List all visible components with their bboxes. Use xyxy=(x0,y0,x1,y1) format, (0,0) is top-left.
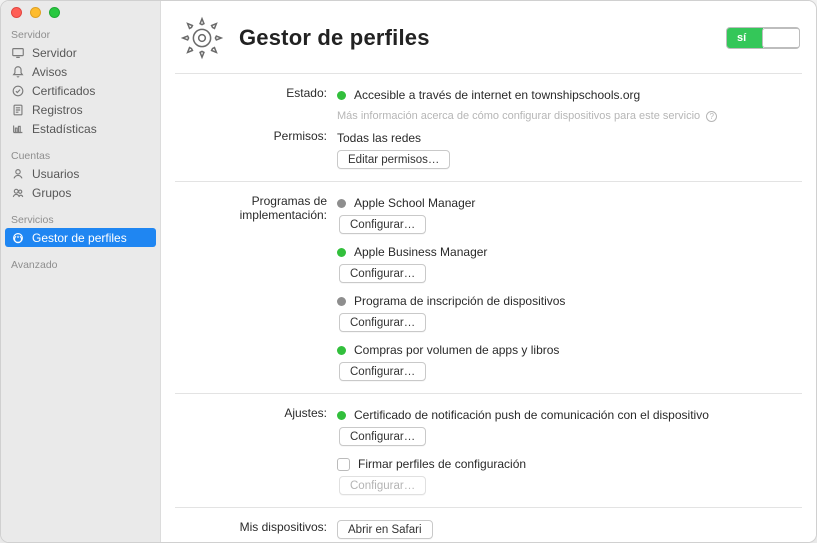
window-minimize-button[interactable] xyxy=(30,7,41,18)
status-dot-push xyxy=(337,411,346,420)
sidebar-item-gestor-perfiles[interactable]: Gestor de perfiles xyxy=(5,228,156,247)
edit-permissions-button[interactable]: Editar permisos… xyxy=(337,150,450,169)
sidebar-item-avisos[interactable]: Avisos xyxy=(1,62,160,81)
ajustes-push-label: Certificado de notificación push de comu… xyxy=(354,408,709,422)
page-title: Gestor de perfiles xyxy=(239,25,430,51)
configure-push-button[interactable]: Configurar… xyxy=(339,427,426,446)
sidebar-item-label: Certificados xyxy=(32,84,95,98)
permisos-value: Todas las redes xyxy=(337,131,421,145)
app-window: Servidor Servidor Avisos Certificados xyxy=(0,0,817,543)
sidebar-item-label: Estadísticas xyxy=(32,122,97,136)
sidebar-item-usuarios[interactable]: Usuarios xyxy=(1,164,160,183)
display-icon xyxy=(11,46,25,60)
document-icon xyxy=(11,103,25,117)
program-apple-business: Apple Business Manager xyxy=(354,245,487,259)
label-ajustes: Ajustes: xyxy=(175,406,337,420)
gear-icon xyxy=(179,15,225,61)
sidebar-item-label: Gestor de perfiles xyxy=(32,231,127,245)
sidebar-item-grupos[interactable]: Grupos xyxy=(1,183,160,202)
sidebar-group-servidor: Servidor Avisos Certificados Registros xyxy=(1,43,160,138)
sidebar-item-label: Avisos xyxy=(32,65,67,79)
program-dep: Programa de inscripción de dispositivos xyxy=(354,294,565,308)
info-icon[interactable]: ? xyxy=(706,111,717,122)
sidebar-item-label: Servidor xyxy=(32,46,77,60)
sidebar-group-cuentas: Usuarios Grupos xyxy=(1,164,160,202)
configure-sign-button: Configurar… xyxy=(339,476,426,495)
status-dot-abm xyxy=(337,248,346,257)
status-dot-estado xyxy=(337,91,346,100)
sidebar-item-certificados[interactable]: Certificados xyxy=(1,81,160,100)
switch-on-label: sí xyxy=(737,32,746,44)
sign-profiles-checkbox[interactable] xyxy=(337,458,350,471)
configure-abm-button[interactable]: Configurar… xyxy=(339,264,426,283)
label-mis-dispositivos: Mis dispositivos: xyxy=(175,520,337,534)
sidebar-item-servidor[interactable]: Servidor xyxy=(1,43,160,62)
section-programas: Programas de implementación: Apple Schoo… xyxy=(175,182,802,394)
status-dot-dep xyxy=(337,297,346,306)
label-permisos: Permisos: xyxy=(175,129,337,143)
chart-icon xyxy=(11,122,25,136)
program-apple-school: Apple School Manager xyxy=(354,196,475,210)
estado-text: Accesible a través de internet en townsh… xyxy=(354,88,640,102)
form-rows: Estado: Accesible a través de internet e… xyxy=(175,74,802,542)
ajustes-sign-label: Firmar perfiles de configuración xyxy=(358,457,526,471)
label-programas: Programas de implementación: xyxy=(175,194,337,222)
program-vpp: Compras por volumen de apps y libros xyxy=(354,343,559,357)
check-circle-icon xyxy=(11,84,25,98)
sidebar-section-servicios: Servicios xyxy=(1,208,160,228)
label-estado: Estado: xyxy=(175,86,337,100)
sidebar-item-label: Registros xyxy=(32,103,83,117)
window-zoom-button[interactable] xyxy=(49,7,60,18)
section-estado: Estado: Accesible a través de internet e… xyxy=(175,74,802,182)
open-safari-devices-button[interactable]: Abrir en Safari xyxy=(337,520,433,539)
service-toggle[interactable]: sí xyxy=(726,27,800,49)
sidebar-item-estadisticas[interactable]: Estadísticas xyxy=(1,119,160,138)
sidebar-group-servicios: Gestor de perfiles xyxy=(1,228,160,247)
main-content: Gestor de perfiles sí Estado: Accesible … xyxy=(161,1,816,542)
estado-hint-row: Más información acerca de cómo configura… xyxy=(337,107,802,125)
configure-vpp-button[interactable]: Configurar… xyxy=(339,362,426,381)
sidebar-item-label: Grupos xyxy=(32,186,71,200)
estado-hint: Más información acerca de cómo configura… xyxy=(337,110,700,122)
section-ajustes: Ajustes: Certificado de notificación pus… xyxy=(175,394,802,508)
configure-asm-button[interactable]: Configurar… xyxy=(339,215,426,234)
user-icon xyxy=(11,167,25,181)
bell-icon xyxy=(11,65,25,79)
sidebar-section-avanzado: Avanzado xyxy=(1,253,160,273)
configure-dep-button[interactable]: Configurar… xyxy=(339,313,426,332)
sidebar-section-cuentas: Cuentas xyxy=(1,144,160,164)
sidebar: Servidor Servidor Avisos Certificados xyxy=(1,1,161,542)
sidebar-section-servidor: Servidor xyxy=(1,23,160,43)
sidebar-item-registros[interactable]: Registros xyxy=(1,100,160,119)
status-dot-asm xyxy=(337,199,346,208)
gear-power-icon xyxy=(11,231,25,245)
sidebar-item-label: Usuarios xyxy=(32,167,79,181)
status-dot-vpp xyxy=(337,346,346,355)
section-links: Mis dispositivos: Abrir en Safari Gestor… xyxy=(175,508,802,542)
window-close-button[interactable] xyxy=(11,7,22,18)
main-header: Gestor de perfiles sí xyxy=(175,1,802,74)
switch-thumb xyxy=(762,28,800,48)
users-icon xyxy=(11,186,25,200)
window-traffic-lights xyxy=(1,5,160,23)
